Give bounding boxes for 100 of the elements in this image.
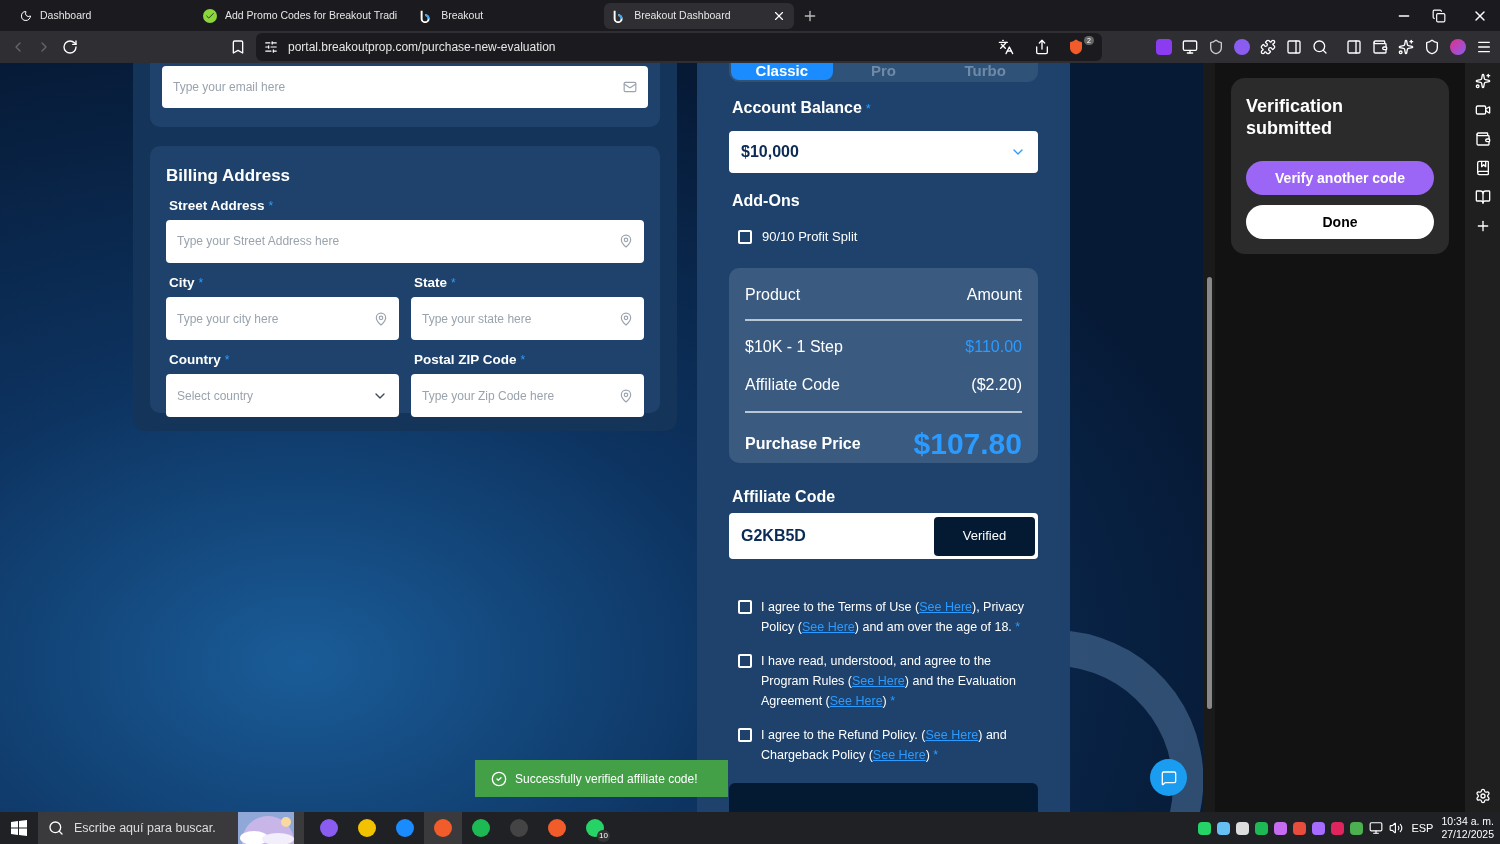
vpn-icon[interactable]	[1424, 39, 1440, 55]
plan-tab[interactable]: Turbo	[934, 63, 1036, 81]
product-name: $10K - 1 Step	[745, 337, 843, 358]
done-button[interactable]: Done	[1246, 205, 1434, 239]
extensions-icon[interactable]	[1260, 39, 1276, 55]
translate-icon[interactable]	[998, 39, 1015, 55]
browser-tab[interactable]: Breakout Dashboard	[604, 2, 795, 29]
agreement-text: I agree to the Refund Policy. (See Here) and Chargeback Policy (See Here) *	[761, 726, 1008, 764]
sparkle-icon[interactable]	[1474, 73, 1491, 89]
verify-button[interactable]: Verify another code	[1246, 161, 1434, 195]
tray-icon[interactable]	[1236, 821, 1250, 835]
addon-label: 90/10 Profit Split	[762, 227, 858, 246]
volume-icon[interactable]	[1389, 821, 1404, 835]
placeholder-text: Type your state here	[422, 310, 532, 328]
taskbar-search[interactable]: Escribe aquí para buscar.	[38, 812, 304, 844]
extension-icon[interactable]	[1182, 39, 1198, 55]
moon-icon	[20, 9, 32, 22]
required-mark: *	[865, 99, 871, 118]
see-here-link[interactable]: See Here	[919, 599, 972, 614]
input-field[interactable]: Type your state here	[411, 297, 644, 340]
section-title: Billing Address	[166, 165, 292, 187]
chat-icon	[1160, 769, 1177, 786]
see-here-link[interactable]: See Here	[852, 673, 905, 688]
sidebar-icon[interactable]	[1346, 39, 1362, 55]
checkbox[interactable]	[738, 653, 752, 668]
checkbox[interactable]	[738, 229, 752, 244]
browser-tab[interactable]: Breakout	[411, 2, 595, 29]
field-label: State	[414, 273, 447, 292]
total-price: $107.80	[913, 427, 1022, 462]
panel-title: Verification submitted	[1246, 95, 1345, 139]
video-icon[interactable]	[1474, 102, 1491, 118]
windows-start-icon[interactable]	[11, 820, 27, 836]
section-title: Add-Ons	[731, 190, 801, 211]
search-placeholder: Escribe aquí para buscar.	[74, 819, 217, 837]
wallet-icon[interactable]	[1474, 131, 1491, 147]
tab-title: Breakout Dashboard	[634, 7, 731, 23]
placeholder-text: Type your Street Address here	[177, 233, 340, 251]
see-here-link[interactable]: See Here	[925, 727, 979, 742]
balance-select[interactable]: $10,000	[729, 131, 1038, 173]
reload-icon[interactable]	[62, 39, 78, 55]
sparkle-icon[interactable]	[1398, 39, 1414, 55]
bookmark-icon[interactable]	[230, 39, 246, 55]
shield-icon[interactable]	[1068, 39, 1085, 55]
language-indicator[interactable]: ESP	[1411, 819, 1434, 837]
tray-icon[interactable]	[1198, 821, 1212, 835]
field-label: Account Balance	[732, 98, 862, 119]
map-pin-icon	[619, 388, 633, 403]
see-here-link[interactable]: See Here	[872, 747, 926, 762]
circle-extension-icon[interactable]	[1234, 39, 1250, 55]
tray-icon[interactable]	[1274, 821, 1288, 835]
settings-icon[interactable]	[1474, 788, 1491, 804]
plan-tab[interactable]: Classic	[731, 63, 833, 81]
browser-tab[interactable]: Add Promo Codes for Breakout Tradi	[195, 2, 406, 29]
field-label: Street Address	[169, 196, 265, 215]
required-mark: *	[520, 352, 526, 370]
see-here-link[interactable]: See Here	[802, 619, 855, 634]
profile-icon[interactable]	[1450, 39, 1466, 55]
column-heading: Amount	[966, 285, 1022, 306]
notification-badge: 10	[597, 830, 610, 842]
agreement-text: I have read, understood, and agree to the Program Rules (See Here) and the Evaluation Agreement (See Here) *	[761, 652, 1017, 710]
browser-tab[interactable]: Dashboard	[12, 2, 195, 29]
email-field[interactable]: Type your email here	[162, 66, 648, 108]
wallet-icon[interactable]	[1372, 39, 1388, 55]
reading-list-icon[interactable]	[1474, 189, 1491, 205]
share-icon[interactable]	[1034, 39, 1051, 55]
restore-icon[interactable]	[1432, 8, 1446, 23]
bookmarks-icon[interactable]	[1474, 160, 1491, 176]
tray-icon[interactable]	[1350, 821, 1364, 835]
required-mark: *	[224, 352, 230, 370]
checkbox[interactable]	[738, 599, 752, 614]
map-pin-icon	[374, 311, 388, 326]
map-pin-icon	[619, 311, 633, 326]
network-icon[interactable]	[1369, 821, 1384, 835]
clock-time[interactable]: 10:34 a. m.	[1441, 815, 1494, 828]
country-select[interactable]: Select country	[166, 374, 399, 418]
plan-tab[interactable]: Pro	[832, 63, 935, 81]
input-field[interactable]: Type your Zip Code here	[411, 374, 644, 418]
scrollbar[interactable]	[1203, 63, 1215, 812]
search-icon[interactable]	[1312, 39, 1328, 55]
field-label: City	[169, 273, 195, 292]
clock-date[interactable]: 27/12/2025	[1441, 828, 1494, 841]
menu-icon[interactable]	[1476, 39, 1492, 55]
select-value: $10,000	[741, 142, 799, 163]
column-heading: Product	[745, 285, 801, 306]
tray-icon[interactable]	[1217, 821, 1231, 835]
tab-title: Add Promo Codes for Breakout Tradi	[225, 7, 398, 23]
placeholder-text: Type your email here	[173, 79, 286, 96]
verified-button[interactable]: Verified	[934, 516, 1035, 556]
input-field[interactable]: Type your city here	[166, 297, 399, 340]
see-here-link[interactable]: See Here	[829, 693, 883, 708]
affiliate-code-value: G2KB5D	[741, 526, 806, 547]
split-view-icon[interactable]	[1286, 39, 1302, 55]
shield-extension-icon[interactable]	[1208, 39, 1224, 55]
affiliate-field[interactable]: G2KB5D Verified	[729, 513, 1038, 559]
input-field[interactable]: Type your Street Address here	[166, 219, 644, 263]
checkbox[interactable]	[738, 727, 752, 742]
required-mark: *	[198, 274, 204, 292]
section-title: Affiliate Code	[731, 487, 837, 508]
required-mark: *	[451, 274, 456, 292]
tray-icon[interactable]	[1255, 821, 1269, 835]
